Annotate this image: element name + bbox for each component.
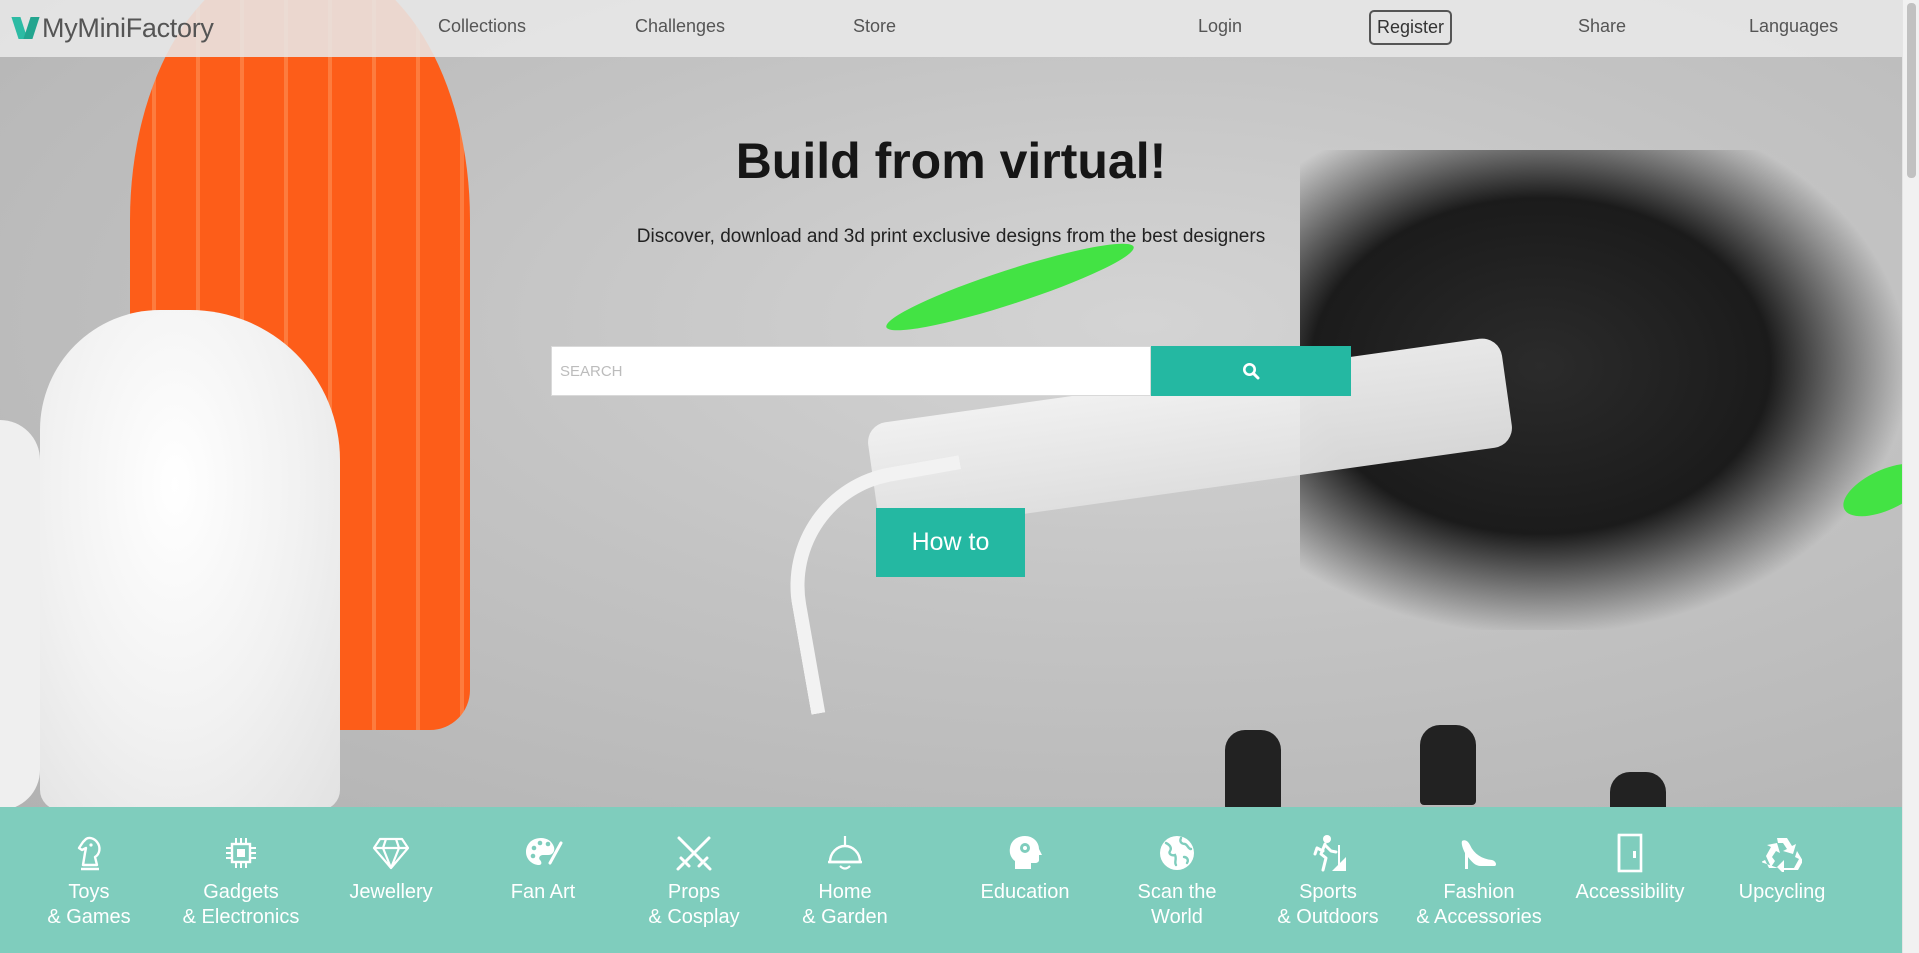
- nav-challenges[interactable]: Challenges: [635, 16, 725, 37]
- hero-subtitle: Discover, download and 3d print exclusiv…: [636, 226, 1266, 247]
- category-label: Upcycling: [1738, 881, 1826, 903]
- drone-landing-leg: [771, 455, 999, 715]
- hero-background-image: [0, 0, 1902, 807]
- category-label: Sports & Outdoors: [1277, 881, 1379, 928]
- category-education[interactable]: Education: [950, 807, 1100, 953]
- category-home-garden[interactable]: Home & Garden: [770, 807, 920, 953]
- globe-icon: [1155, 831, 1199, 875]
- category-bar: Toys & Games Gadgets & Electronics Jewel…: [0, 807, 1902, 953]
- logo-mark-icon: [11, 17, 40, 39]
- category-fan-art[interactable]: Fan Art: [468, 807, 618, 953]
- category-accessibility[interactable]: Accessibility: [1555, 807, 1705, 953]
- chess-piece-model: [1225, 730, 1281, 807]
- crossed-swords-icon: [672, 831, 716, 875]
- white-figurine-partial: [0, 420, 40, 807]
- category-label: Props & Cosplay: [648, 881, 740, 928]
- category-sports-outdoors[interactable]: Sports & Outdoors: [1253, 807, 1403, 953]
- recycle-icon: [1760, 831, 1804, 875]
- category-label: Accessibility: [1575, 881, 1685, 903]
- category-label: Jewellery: [349, 881, 433, 903]
- category-label: Education: [980, 881, 1070, 903]
- nav-languages[interactable]: Languages: [1749, 16, 1838, 37]
- category-toys-games[interactable]: Toys & Games: [14, 807, 164, 953]
- category-label: Gadgets & Electronics: [182, 881, 300, 928]
- category-fashion-accessories[interactable]: Fashion & Accessories: [1404, 807, 1554, 953]
- search-icon: [1243, 363, 1260, 380]
- hero-title: Build from virtual!: [735, 133, 1167, 189]
- site-logo[interactable]: MyMiniFactory: [11, 10, 214, 46]
- high-heel-icon: [1457, 831, 1501, 875]
- lamp-icon: [823, 831, 867, 875]
- door-icon: [1608, 831, 1652, 875]
- search-button[interactable]: [1151, 346, 1351, 396]
- category-label: Fashion & Accessories: [1416, 881, 1542, 928]
- chess-piece-model: [1420, 725, 1476, 805]
- scrollbar-thumb[interactable]: [1907, 3, 1916, 178]
- category-jewellery[interactable]: Jewellery: [316, 807, 466, 953]
- how-to-button[interactable]: How to: [876, 508, 1025, 577]
- chess-piece-model: [1610, 772, 1666, 807]
- category-scan-the-world[interactable]: Scan the World: [1102, 807, 1252, 953]
- chip-icon: [219, 831, 263, 875]
- category-gadgets-electronics[interactable]: Gadgets & Electronics: [166, 807, 316, 953]
- white-statue-model: [40, 310, 340, 807]
- category-upcycling[interactable]: Upcycling: [1707, 807, 1857, 953]
- nav-store[interactable]: Store: [853, 16, 896, 37]
- category-label: Home & Garden: [802, 881, 888, 928]
- category-label: Toys & Games: [47, 881, 131, 928]
- hiker-icon: [1306, 831, 1350, 875]
- register-button[interactable]: Register: [1369, 10, 1452, 45]
- category-label: Fan Art: [510, 881, 576, 903]
- page-scrollbar[interactable]: [1902, 0, 1919, 953]
- palette-icon: [521, 831, 565, 875]
- nav-login[interactable]: Login: [1198, 16, 1242, 37]
- diamond-icon: [369, 831, 413, 875]
- category-props-cosplay[interactable]: Props & Cosplay: [619, 807, 769, 953]
- logo-text: MyMiniFactory: [42, 12, 214, 43]
- head-gear-icon: [1003, 831, 1047, 875]
- category-label: Scan the World: [1137, 881, 1217, 928]
- search-input[interactable]: [551, 346, 1151, 396]
- top-navigation-bar: MyMiniFactory Collections Challenges Sto…: [0, 0, 1902, 57]
- nav-share[interactable]: Share: [1578, 16, 1626, 37]
- nav-collections[interactable]: Collections: [438, 16, 526, 37]
- chess-knight-icon: [67, 831, 111, 875]
